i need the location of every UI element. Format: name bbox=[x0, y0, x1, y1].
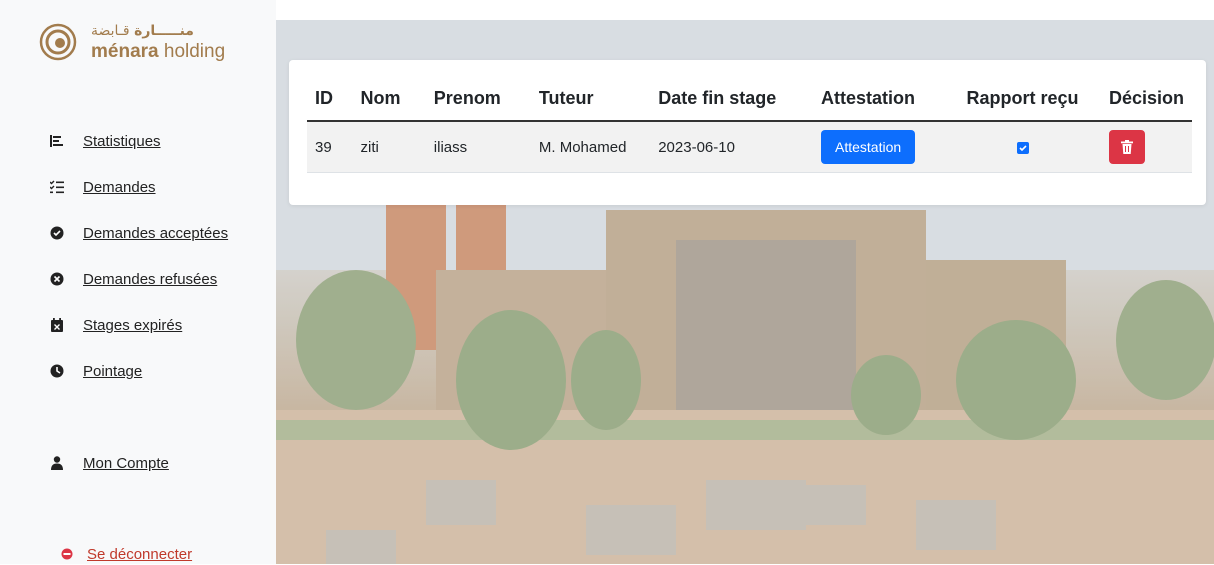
cell-date-fin-stage: 2023-06-10 bbox=[650, 121, 813, 173]
header-date-fin-stage: Date fin stage bbox=[650, 76, 813, 122]
header-attestation: Attestation bbox=[813, 76, 945, 122]
menara-logo: منـــــارة قـابضة ménara holding bbox=[38, 22, 238, 62]
internships-table-card: ID Nom Prenom Tuteur Date fin stage Atte… bbox=[289, 60, 1206, 205]
sidebar-item-label[interactable]: Demandes refusées bbox=[83, 271, 217, 288]
cell-prenom: iliass bbox=[425, 121, 531, 173]
header-prenom: Prenom bbox=[425, 76, 531, 122]
calendar-x-icon bbox=[50, 318, 64, 332]
sidebar-item-label[interactable]: Demandes bbox=[83, 179, 156, 196]
checklist-icon bbox=[50, 180, 64, 194]
sidebar-item-mon-compte[interactable]: Mon Compte bbox=[50, 452, 169, 474]
sidebar-item-statistiques[interactable]: Statistiques bbox=[50, 130, 161, 152]
user-icon bbox=[50, 456, 64, 470]
logo-latin-text: ménara holding bbox=[91, 41, 226, 62]
cell-decision bbox=[1100, 121, 1192, 173]
header-tuteur: Tuteur bbox=[530, 76, 651, 122]
header-decision: Décision bbox=[1100, 76, 1192, 122]
header-nom: Nom bbox=[352, 76, 426, 122]
sidebar-item-logout[interactable]: Se déconnecter bbox=[60, 543, 192, 565]
cell-tuteur: M. Mohamed bbox=[530, 121, 651, 173]
sidebar-item-pointage[interactable]: Pointage bbox=[50, 360, 142, 382]
cell-nom: ziti bbox=[352, 121, 426, 173]
sidebar-item-demandes[interactable]: Demandes bbox=[50, 176, 156, 198]
sidebar-item-label[interactable]: Pointage bbox=[83, 363, 142, 380]
checkmark-icon bbox=[1018, 144, 1027, 151]
internships-table: ID Nom Prenom Tuteur Date fin stage Atte… bbox=[307, 76, 1192, 173]
cell-rapport-recu bbox=[944, 121, 1101, 173]
cell-id: 39 bbox=[307, 121, 353, 173]
cell-attestation: Attestation bbox=[813, 121, 945, 173]
header-rapport-recu: Rapport reçu bbox=[944, 76, 1101, 122]
menara-logo-icon bbox=[39, 23, 77, 61]
delete-button[interactable] bbox=[1108, 130, 1145, 164]
table-row: 39 ziti iliass M. Mohamed 2023-06-10 Att… bbox=[307, 121, 1192, 173]
sidebar-item-label[interactable]: Demandes acceptées bbox=[83, 225, 228, 242]
x-circle-icon bbox=[50, 272, 64, 286]
table-header-row: ID Nom Prenom Tuteur Date fin stage Atte… bbox=[307, 76, 1192, 122]
sidebar-item-demandes-acceptees[interactable]: Demandes acceptées bbox=[50, 222, 228, 244]
sidebar: منـــــارة قـابضة ménara holding Statist… bbox=[0, 0, 276, 564]
sidebar-item-label[interactable]: Stages expirés bbox=[83, 317, 182, 334]
attestation-button[interactable]: Attestation bbox=[821, 130, 916, 164]
logout-icon bbox=[60, 547, 74, 561]
trash-icon bbox=[1120, 140, 1133, 154]
logo-arabic-text: منـــــارة قـابضة bbox=[91, 23, 194, 39]
sidebar-item-demandes-refusees[interactable]: Demandes refusées bbox=[50, 268, 217, 290]
clock-icon bbox=[50, 364, 64, 378]
sidebar-item-label[interactable]: Se déconnecter bbox=[87, 546, 192, 563]
header-id: ID bbox=[307, 76, 353, 122]
rapport-recu-checkbox[interactable] bbox=[1016, 141, 1029, 154]
check-circle-icon bbox=[50, 226, 64, 240]
list-icon bbox=[50, 134, 64, 148]
sidebar-item-label[interactable]: Statistiques bbox=[83, 133, 161, 150]
sidebar-item-stages-expires[interactable]: Stages expirés bbox=[50, 314, 182, 336]
sidebar-item-label[interactable]: Mon Compte bbox=[83, 455, 169, 472]
